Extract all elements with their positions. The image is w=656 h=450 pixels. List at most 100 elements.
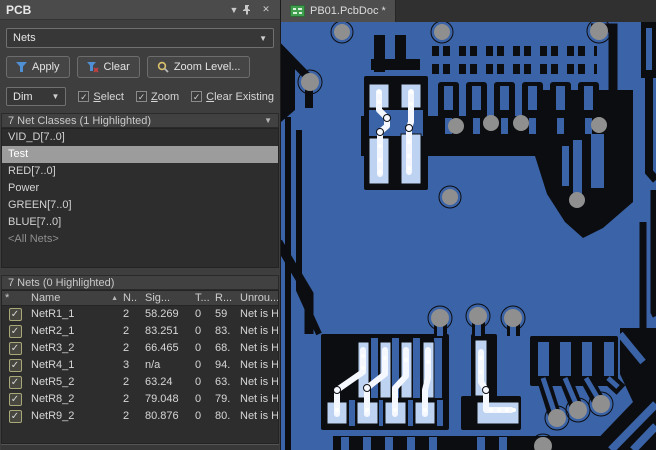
net-class-item[interactable]: <All Nets> xyxy=(2,231,278,248)
net-class-item[interactable]: Power xyxy=(2,180,278,197)
net-routed-length: 79. xyxy=(215,393,231,405)
net-row[interactable]: ✓ NetR2_1 2 83.251 0 83. Net is Hid xyxy=(2,323,278,340)
zoom-checkbox[interactable]: ✓ Zoom xyxy=(135,91,179,103)
pin-icon[interactable] xyxy=(242,4,258,15)
net-t-value: 0 xyxy=(195,376,202,388)
pcb-doc-icon xyxy=(290,5,305,17)
net-class-label: VID_D[7..0] xyxy=(8,131,65,143)
net-name: NetR9_2 xyxy=(31,410,75,422)
zoom-level-label: Zoom Level... xyxy=(173,61,241,73)
sort-ascending-icon: ▲ xyxy=(111,295,118,302)
dim-value: Dim xyxy=(13,90,33,103)
net-class-list: VID_D[7..0] Test RED[7..0] Power GREEN[7… xyxy=(1,128,279,268)
magnifier-icon xyxy=(157,61,169,73)
net-routed-length: 59 xyxy=(215,308,228,320)
clear-existing-label: Clear Existing xyxy=(206,90,274,103)
net-row[interactable]: ✓ NetR4_1 3 n/a 0 94. Net is Hid xyxy=(2,357,278,374)
col-unrouted[interactable]: Unrou... xyxy=(237,291,278,305)
checkbox-check-icon: ✓ xyxy=(191,91,203,102)
net-nodes: 2 xyxy=(123,342,130,354)
pcb-board-view[interactable] xyxy=(281,22,656,450)
net-class-item[interactable]: Test xyxy=(2,146,278,163)
nets-table-header-row[interactable]: * Name ▲ N.. Sig... T... R... Unrou... xyxy=(2,291,278,306)
select-checkbox[interactable]: ✓ Select xyxy=(78,91,124,103)
panel-title: PCB xyxy=(6,2,32,17)
net-signal-length: 58.269 xyxy=(145,308,179,320)
net-unrouted-status: Net is Hid xyxy=(240,410,278,422)
net-nodes: 3 xyxy=(123,359,130,371)
net-classes-header-label: 7 Net Classes (1 Highlighted) xyxy=(8,114,152,127)
net-visible-checkbox[interactable]: ✓ xyxy=(8,393,22,406)
panel-mode-combo[interactable]: Nets ▼ xyxy=(6,28,274,48)
net-row[interactable]: ✓ NetR5_2 2 63.24 0 63. Net is Hid xyxy=(2,374,278,391)
tab-label: PB01.PcbDoc * xyxy=(310,5,386,17)
net-row[interactable]: ✓ NetR1_1 2 58.269 0 59 Net is Hid xyxy=(2,306,278,323)
net-row[interactable]: ✓ NetR8_2 2 79.048 0 79. Net is Hid xyxy=(2,391,278,408)
checkbox-check-icon: ✓ xyxy=(78,91,90,102)
net-unrouted-status: Net is Hid xyxy=(240,325,278,337)
net-nodes: 2 xyxy=(123,376,130,388)
nets-table: * Name ▲ N.. Sig... T... R... Unrou... ✓… xyxy=(1,290,279,444)
net-name: NetR4_1 xyxy=(31,359,75,371)
net-class-label: <All Nets> xyxy=(8,233,59,245)
tab-pb01-pcbdoc[interactable]: PB01.PcbDoc * xyxy=(281,0,396,22)
net-visible-checkbox[interactable]: ✓ xyxy=(8,359,22,372)
col-nodes[interactable]: N.. xyxy=(120,291,142,305)
panel-titlebar: PCB ▼ ✕ xyxy=(0,0,280,20)
col-check[interactable]: * xyxy=(2,291,28,305)
net-routed-length: 94. xyxy=(215,359,231,371)
col-t[interactable]: T... xyxy=(192,291,212,305)
net-signal-length: 83.251 xyxy=(145,325,179,337)
net-class-item[interactable]: VID_D[7..0] xyxy=(2,129,278,146)
zoom-level-button[interactable]: Zoom Level... xyxy=(146,56,251,78)
net-unrouted-status: Net is Hid xyxy=(240,393,278,405)
net-class-item[interactable]: GREEN[7..0] xyxy=(2,197,278,214)
clear-button[interactable]: Clear xyxy=(76,56,140,78)
net-visible-checkbox[interactable]: ✓ xyxy=(8,376,22,389)
select-label: Select xyxy=(93,90,124,103)
document-tabbar: PB01.PcbDoc * xyxy=(281,0,656,22)
net-classes-header[interactable]: 7 Net Classes (1 Highlighted) ▼ xyxy=(1,113,279,128)
net-name: NetR3_2 xyxy=(31,342,75,354)
net-nodes: 2 xyxy=(123,308,130,320)
filter-clear-icon xyxy=(86,61,99,73)
net-visible-checkbox[interactable]: ✓ xyxy=(8,410,22,423)
apply-button[interactable]: Apply xyxy=(6,56,70,78)
net-class-item[interactable]: RED[7..0] xyxy=(2,163,278,180)
net-unrouted-status: Net is Hid xyxy=(240,359,278,371)
chevron-down-icon[interactable]: ▼ xyxy=(226,5,242,15)
net-nodes: 2 xyxy=(123,410,130,422)
clear-existing-checkbox[interactable]: ✓ Clear Existing xyxy=(191,91,274,103)
col-signal[interactable]: Sig... xyxy=(142,291,192,305)
net-name: NetR8_2 xyxy=(31,393,75,405)
close-icon[interactable]: ✕ xyxy=(258,4,274,15)
col-routed[interactable]: R... xyxy=(212,291,237,305)
net-class-label: GREEN[7..0] xyxy=(8,199,72,211)
net-unrouted-status: Net is Hid xyxy=(240,342,278,354)
net-signal-length: n/a xyxy=(145,359,161,371)
altium-window: PCB ▼ ✕ Nets ▼ Apply Clear Zoom Level...… xyxy=(0,0,656,450)
net-visible-checkbox[interactable]: ✓ xyxy=(8,308,22,321)
pcb-canvas[interactable] xyxy=(281,22,656,450)
net-routed-length: 80. xyxy=(215,410,231,422)
net-class-label: Power xyxy=(8,182,40,194)
chevron-down-icon: ▼ xyxy=(259,33,267,43)
col-name[interactable]: Name ▲ xyxy=(28,291,120,305)
clear-label: Clear xyxy=(103,61,130,73)
net-nodes: 2 xyxy=(123,393,130,405)
net-t-value: 0 xyxy=(195,308,202,320)
net-row[interactable]: ✓ NetR9_2 2 80.876 0 80. Net is Hid xyxy=(2,408,278,425)
nets-header-label: 7 Nets (0 Highlighted) xyxy=(8,276,115,289)
net-name: NetR1_1 xyxy=(31,308,75,320)
nets-header[interactable]: 7 Nets (0 Highlighted) xyxy=(1,275,279,290)
net-signal-length: 79.048 xyxy=(145,393,179,405)
net-class-item[interactable]: BLUE[7..0] xyxy=(2,214,278,231)
net-visible-checkbox[interactable]: ✓ xyxy=(8,325,22,338)
dim-combo[interactable]: Dim ▼ xyxy=(6,87,67,106)
net-t-value: 0 xyxy=(195,342,202,354)
net-visible-checkbox[interactable]: ✓ xyxy=(8,342,22,355)
net-row[interactable]: ✓ NetR3_2 2 66.465 0 68. Net is Hid xyxy=(2,340,278,357)
pcb-panel: PCB ▼ ✕ Nets ▼ Apply Clear Zoom Level...… xyxy=(0,0,281,450)
net-t-value: 0 xyxy=(195,393,202,405)
editor-area: PB01.PcbDoc * xyxy=(281,0,656,450)
